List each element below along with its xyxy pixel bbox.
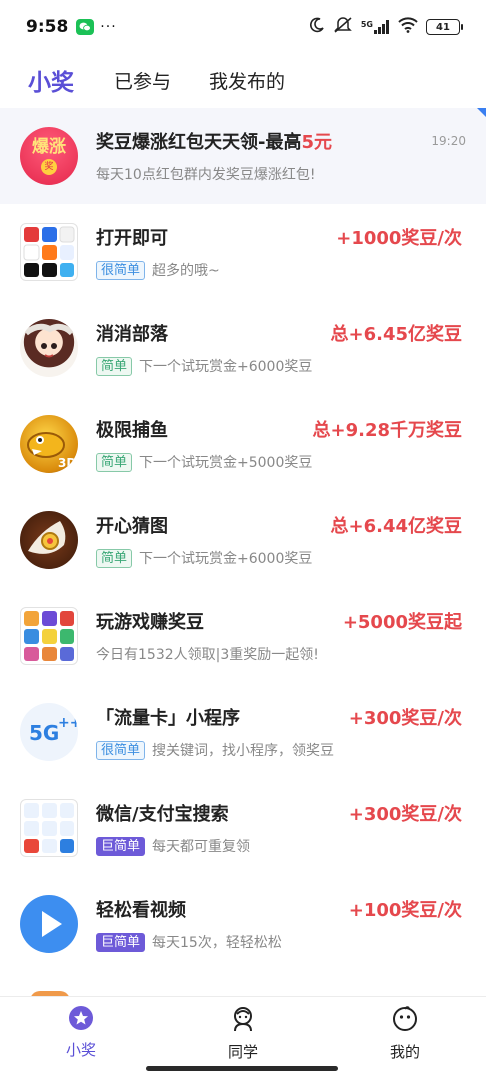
red-packet-text: 爆涨	[32, 137, 66, 157]
item-desc: 下一个试玩赏金+6000奖豆	[139, 359, 313, 375]
item-title: 微信/支付宝搜索	[96, 804, 229, 825]
nav-xiaojiang[interactable]: 小奖	[0, 997, 162, 1080]
banner-time: 19:20	[431, 134, 466, 148]
app-grid-icon	[20, 223, 78, 281]
status-dots: ···	[100, 19, 117, 35]
item-title: 轻松看视频	[96, 900, 186, 921]
banner-content: 奖豆爆涨红包天天领-最高5元 19:20 每天10点红包群内发奖豆爆涨红包!	[96, 128, 466, 184]
item-title: 「流量卡」小程序	[96, 708, 240, 729]
battery-icon: 41	[426, 19, 463, 35]
svg-text:++: ++	[58, 715, 78, 731]
golden-fish-icon: 3D	[20, 415, 78, 473]
item-desc: 每天都可重复领	[152, 839, 251, 855]
list-item[interactable]: 微信/支付宝搜索 +300奖豆/次 巨简单 每天都可重复领	[0, 780, 486, 876]
list-item[interactable]: 开心猜图 总+6.44亿奖豆 简单 下一个试玩赏金+6000奖豆	[0, 492, 486, 588]
difficulty-tag: 巨简单	[96, 836, 146, 856]
difficulty-tag: 很简单	[96, 260, 146, 280]
item-reward: +5000奖豆起	[342, 612, 462, 633]
nav-label: 小奖	[65, 1041, 96, 1059]
banner-title: 奖豆爆涨红包天天领-最高5元	[96, 132, 333, 153]
item-title: 打开即可	[96, 228, 168, 249]
item-desc: 搜关键词，找小程序，领奖豆	[152, 743, 335, 759]
item-reward: 总+6.44亿奖豆	[330, 516, 463, 537]
top-tabs: 小奖 已参与 我发布的	[0, 54, 486, 106]
item-reward: 总+6.45亿奖豆	[330, 324, 463, 345]
list-item[interactable]: 玩游戏赚奖豆 +5000奖豆起 今日有1532人领取|3重奖励一起领!	[0, 588, 486, 684]
item-reward: +300奖豆/次	[348, 708, 462, 729]
item-title: 开心猜图	[96, 516, 168, 537]
5g-grid-icon	[20, 799, 78, 857]
banner-red-packet[interactable]: 爆涨 奖 奖豆爆涨红包天天领-最高5元 19:20 每天10点红包群内发奖豆爆涨…	[0, 108, 486, 204]
difficulty-tag: 简单	[96, 356, 133, 376]
signal-icon: 5G	[361, 20, 390, 34]
item-title: 极限捕鱼	[96, 420, 168, 441]
list-item[interactable]: 打开即可 +1000奖豆/次 很简单 超多的哦~	[0, 204, 486, 300]
red-packet-icon: 爆涨 奖	[20, 127, 78, 185]
mute-icon	[333, 16, 353, 38]
guess-picture-icon	[20, 511, 78, 569]
item-desc: 超多的哦~	[152, 263, 220, 279]
difficulty-tag: 简单	[96, 452, 133, 472]
network-label: 5G	[360, 20, 373, 29]
game-girl-icon	[20, 319, 78, 377]
play-icon	[20, 895, 78, 953]
task-list: 爆涨 奖 奖豆爆涨红包天天领-最高5元 19:20 每天10点红包群内发奖豆爆涨…	[0, 108, 486, 972]
classmate-icon	[229, 1005, 257, 1037]
games-grid-icon	[20, 607, 78, 665]
difficulty-tag: 很简单	[96, 740, 146, 760]
item-reward: 总+9.28千万奖豆	[312, 420, 463, 441]
profile-face-icon	[391, 1005, 419, 1037]
item-reward: +300奖豆/次	[348, 804, 462, 825]
item-title: 玩游戏赚奖豆	[96, 612, 204, 633]
wifi-icon	[398, 17, 418, 37]
status-time: 9:58	[26, 17, 69, 37]
tab-participated[interactable]: 已参与	[114, 67, 171, 94]
item-desc: 今日有1532人领取|3重奖励一起领!	[96, 647, 319, 663]
tab-xiaojiang[interactable]: 小奖	[28, 63, 74, 97]
corner-marker	[477, 108, 486, 117]
tab-my-published[interactable]: 我发布的	[209, 67, 285, 94]
difficulty-tag: 巨简单	[96, 932, 146, 952]
wechat-icon	[76, 19, 95, 35]
svg-text:5G: 5G	[29, 721, 59, 745]
red-packet-coin: 奖	[41, 159, 57, 175]
item-title: 消消部落	[96, 324, 168, 345]
status-icons: 5G 41	[309, 16, 463, 38]
item-reward: +1000奖豆/次	[336, 228, 462, 249]
list-item[interactable]: 轻松看视频 +100奖豆/次 巨简单 每天15次，轻轻松松	[0, 876, 486, 972]
5g-plus-icon: 5G ++	[20, 703, 78, 761]
banner-subtitle: 每天10点红包群内发奖豆爆涨红包!	[96, 167, 316, 183]
status-bar: 9:58 ··· 5G 41	[0, 0, 486, 54]
item-desc: 每天15次，轻轻松松	[152, 935, 282, 951]
svg-text:3D: 3D	[58, 456, 76, 470]
item-desc: 下一个试玩赏金+5000奖豆	[139, 455, 313, 471]
list-item[interactable]: 5G ++ 「流量卡」小程序 +300奖豆/次 很简单 搜关键词，找小程序，领奖豆	[0, 684, 486, 780]
item-reward: +100奖豆/次	[348, 900, 462, 921]
star-icon	[68, 1005, 94, 1035]
moon-icon	[309, 17, 325, 37]
nav-mine[interactable]: 我的	[324, 997, 486, 1080]
item-desc: 下一个试玩赏金+6000奖豆	[139, 551, 313, 567]
home-indicator[interactable]	[146, 1066, 338, 1071]
nav-label: 同学	[227, 1043, 258, 1061]
list-item[interactable]: 消消部落 总+6.45亿奖豆 简单 下一个试玩赏金+6000奖豆	[0, 300, 486, 396]
difficulty-tag: 简单	[96, 548, 133, 568]
list-item[interactable]: 3D 极限捕鱼 总+9.28千万奖豆 简单 下一个试玩赏金+5000奖豆	[0, 396, 486, 492]
nav-label: 我的	[389, 1043, 420, 1061]
